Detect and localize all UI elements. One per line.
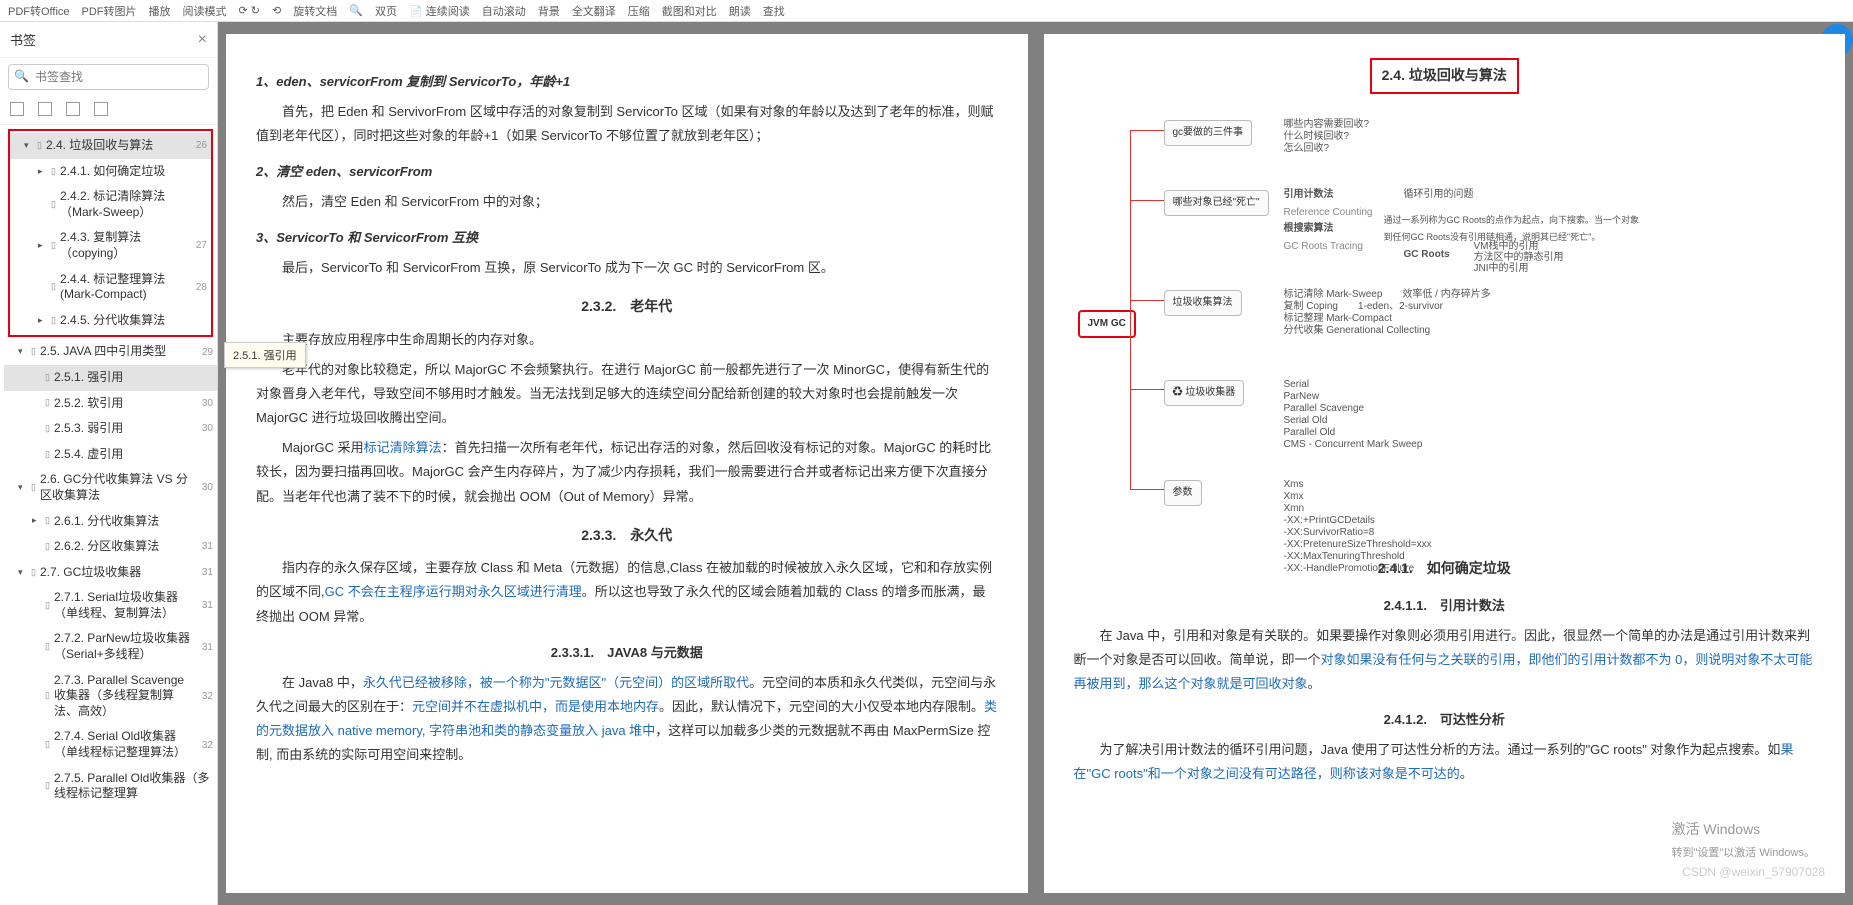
toc-item[interactable]: ▯2.5.1. 强引用 — [4, 365, 217, 391]
toc-item[interactable]: ▯2.5.2. 软引用30 — [4, 391, 217, 417]
toc-item[interactable]: ▯2.7.1. Serial垃圾收集器（单线程、复制算法）31 — [4, 585, 217, 626]
mindmap-leaf: -XX:-HandlePromotionFailure — [1284, 560, 1415, 579]
toolbar-item[interactable]: 压缩 — [628, 3, 650, 19]
mindmap-leaf: 怎么回收? — [1284, 140, 1330, 159]
toc-item[interactable]: ▯2.5.4. 虚引用 — [4, 442, 217, 468]
paragraph: 指内存的永久保存区域，主要存放 Class 和 Meta（元数据）的信息,Cla… — [256, 556, 998, 628]
toolbar-item[interactable]: 查找 — [763, 3, 785, 19]
mindmap-diagram: JVM GC gc要做的三件事哪些内容需要回收?什么时候回收?怎么回收?哪些对象… — [1074, 110, 1816, 540]
bookmark-icon[interactable] — [94, 102, 108, 116]
document-viewport: ✎ 1、eden、servicorFrom 复制到 ServicorTo，年龄+… — [218, 22, 1853, 905]
mindmap-node: gc要做的三件事 — [1164, 120, 1253, 147]
section-heading: 1、eden、servicorFrom 复制到 ServicorTo，年龄+1 — [256, 70, 998, 94]
paragraph: 首先，把 Eden 和 ServivorFrom 区域中存活的对象复制到 Ser… — [256, 100, 998, 148]
toc-item[interactable]: ▯2.5.3. 弱引用30 — [4, 416, 217, 442]
sidebar-actions — [0, 96, 217, 125]
toc-item[interactable]: ▯2.6.2. 分区收集算法31 — [4, 534, 217, 560]
paragraph: 为了解决引用计数法的循环引用问题，Java 使用了可达性分析的方法。通过一系列的… — [1074, 738, 1816, 786]
toolbar-item[interactable]: 朗读 — [729, 3, 751, 19]
expand-icon[interactable] — [10, 102, 24, 116]
section-heading: 2.4.1. 如何确定垃圾 — [1074, 556, 1816, 582]
toolbar-item[interactable]: 双页 — [375, 3, 397, 19]
mindmap-node: 参数 — [1164, 480, 1202, 507]
sidebar-title: 书签 — [10, 30, 36, 49]
toolbar-item[interactable]: PDF转Office — [8, 3, 70, 19]
text-link: GC 不会在主程序运行期对永久区域进行清理 — [325, 584, 582, 599]
mindmap-node: 哪些对象已经"死亡" — [1164, 190, 1269, 217]
toc-tree: ▾▯2.4. 垃圾回收与算法26▸▯2.4.1. 如何确定垃圾▯2.4.2. 标… — [0, 125, 217, 905]
toc-item[interactable]: ▾▯2.5. JAVA 四中引用类型29 — [4, 339, 217, 365]
toc-item[interactable]: ▸▯2.4.5. 分代收集算法 — [10, 308, 211, 334]
csdn-watermark: CSDN @weixin_57907028 — [1682, 861, 1825, 883]
toolbar-item[interactable]: 📄 连续阅读 — [409, 3, 470, 19]
mindmap-node: 垃圾收集算法 — [1164, 290, 1242, 317]
mindmap-leaf: CMS - Concurrent Mark Sweep — [1284, 436, 1423, 455]
section-heading: 2.3.3. 永久代 — [256, 523, 998, 549]
toc-item[interactable]: ▯2.7.2. ParNew垃圾收集器（Serial+多线程）31 — [4, 626, 217, 667]
bookmark-search-input[interactable] — [8, 64, 209, 90]
section-heading: 2.3.3.1. JAVA8 与元数据 — [256, 641, 998, 665]
toolbar-item[interactable]: 播放 — [149, 3, 171, 19]
text-link: 标记清除算法 — [364, 440, 442, 455]
toolbar-item[interactable]: ⟲ — [272, 4, 281, 17]
toc-item[interactable]: ▾▯2.4. 垃圾回收与算法26 — [10, 133, 211, 159]
toolbar-item[interactable]: 自动滚动 — [482, 3, 526, 19]
toc-highlighted-section: ▾▯2.4. 垃圾回收与算法26▸▯2.4.1. 如何确定垃圾▯2.4.2. 标… — [8, 129, 213, 337]
toolbar-item[interactable]: 旋转文档 — [293, 3, 337, 19]
paragraph: 最后，ServicorTo 和 ServicorFrom 互换，原 Servic… — [256, 256, 998, 280]
section-heading: 2、清空 eden、servicorFrom — [256, 160, 998, 184]
mindmap-root: JVM GC — [1078, 310, 1136, 339]
toc-tooltip: 2.5.1. 强引用 — [224, 342, 306, 368]
paragraph: 主要存放应用程序中生命周期长的内存对象。 — [256, 328, 998, 352]
section-heading: 2.4.1.1. 引用计数法 — [1074, 594, 1816, 618]
toc-item[interactable]: ▯2.7.5. Parallel Old收集器（多线程标记整理算 — [4, 766, 217, 807]
document-page-left: 1、eden、servicorFrom 复制到 ServicorTo，年龄+1 … — [226, 34, 1028, 893]
toolbar-item[interactable]: 🔍 — [349, 4, 363, 17]
toc-item[interactable]: ▸▯2.4.1. 如何确定垃圾 — [10, 159, 211, 185]
paragraph: 老年代的对象比较稳定，所以 MajorGC 不会频繁执行。在进行 MajorGC… — [256, 358, 998, 430]
paragraph: 在 Java 中，引用和对象是有关联的。如果要操作对象则必须用引用进行。因此，很… — [1074, 624, 1816, 696]
paragraph: 然后，清空 Eden 和 ServicorFrom 中的对象； — [256, 190, 998, 214]
toolbar-item[interactable]: 全文翻译 — [572, 3, 616, 19]
bookmark-sidebar: 书签 × 🔍 ▾▯2.4. 垃圾回收与算法26▸▯2.4.1. 如何确定垃圾▯2… — [0, 22, 218, 905]
toc-item[interactable]: ▯2.7.4. Serial Old收集器（单线程标记整理算法）32 — [4, 724, 217, 765]
windows-activation-watermark: 激活 Windows 转到"设置"以激活 Windows。 — [1672, 817, 1816, 863]
search-icon: 🔍 — [14, 69, 29, 83]
section-heading: 2.4.1.2. 可达性分析 — [1074, 708, 1816, 732]
mindmap-leaf: 分代收集 Generational Collecting — [1284, 322, 1431, 341]
paragraph: 在 Java8 中，永久代已经被移除，被一个称为"元数据区"（元空间）的区域所取… — [256, 671, 998, 767]
highlighted-title: 2.4. 垃圾回收与算法 — [1370, 58, 1519, 94]
toc-item[interactable]: ▯2.4.2. 标记清除算法（Mark-Sweep） — [10, 184, 211, 225]
top-toolbar: PDF转Office PDF转图片 播放 阅读模式 ⟳ ↻ ⟲ 旋转文档 🔍 双… — [0, 0, 1853, 22]
document-page-right: 2.4. 垃圾回收与算法 JVM GC gc要做的三件事哪些内容需要回收?什么时… — [1044, 34, 1846, 893]
paragraph: MajorGC 采用标记清除算法：首先扫描一次所有老年代，标记出存活的对象，然后… — [256, 436, 998, 508]
mindmap-node: ♻ 垃圾收集器 — [1164, 380, 1245, 407]
collapse-icon[interactable] — [38, 102, 52, 116]
toc-item[interactable]: ▾▯2.7. GC垃圾收集器31 — [4, 560, 217, 586]
toc-item[interactable]: ▯2.7.3. Parallel Scavenge收集器（多线程复制算法、高效）… — [4, 668, 217, 725]
toolbar-item[interactable]: 背景 — [538, 3, 560, 19]
section-heading: 2.3.2. 老年代 — [256, 294, 998, 320]
toc-item[interactable]: ▯2.4.4. 标记整理算法(Mark-Compact)28 — [10, 267, 211, 308]
toolbar-item[interactable]: 截图和对比 — [662, 3, 717, 19]
toc-item[interactable]: ▾▯2.6. GC分代收集算法 VS 分区收集算法30 — [4, 467, 217, 508]
close-icon[interactable]: × — [198, 31, 207, 49]
bookmark-icon[interactable] — [66, 102, 80, 116]
toolbar-item[interactable]: ⟳ ↻ — [239, 4, 261, 17]
toc-item[interactable]: ▸▯2.6.1. 分代收集算法 — [4, 509, 217, 535]
toolbar-item[interactable]: PDF转图片 — [82, 3, 137, 19]
section-heading: 3、ServicorTo 和 ServicorFrom 互换 — [256, 226, 998, 250]
toolbar-item[interactable]: 阅读模式 — [183, 3, 227, 19]
toc-item[interactable]: ▸▯2.4.3. 复制算法（copying）27 — [10, 225, 211, 266]
